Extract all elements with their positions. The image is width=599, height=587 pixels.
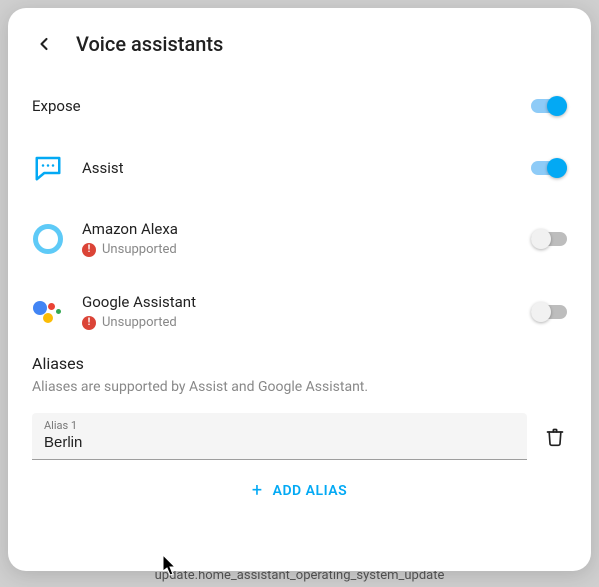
aliases-heading: Aliases: [32, 354, 567, 373]
dialog-header: Voice assistants: [32, 32, 567, 56]
alexa-icon: [32, 223, 64, 255]
alexa-unsupported-label: Unsupported: [102, 242, 177, 257]
alexa-toggle[interactable]: [531, 229, 567, 249]
arrow-left-icon: [34, 34, 54, 54]
google-toggle[interactable]: [531, 302, 567, 322]
expose-row: Expose: [32, 92, 567, 120]
assist-label: Assist: [82, 159, 124, 177]
assistant-row-assist: Assist: [32, 148, 567, 188]
warning-icon: !: [82, 243, 96, 257]
alias-input[interactable]: [44, 432, 515, 453]
delete-alias-button[interactable]: [543, 425, 567, 449]
back-button[interactable]: [32, 32, 56, 56]
assistant-row-alexa: Amazon Alexa ! Unsupported: [32, 216, 567, 261]
alias-field-label: Alias 1: [44, 419, 515, 432]
assist-icon: [32, 152, 64, 184]
trash-icon: [545, 426, 565, 448]
add-alias-button[interactable]: + ADD ALIAS: [252, 480, 347, 501]
alias-row: Alias 1: [32, 413, 567, 460]
dialog-title: Voice assistants: [76, 32, 223, 56]
google-assistant-icon: [32, 296, 64, 328]
alias-field[interactable]: Alias 1: [32, 413, 527, 460]
assistant-row-google: Google Assistant ! Unsupported: [32, 289, 567, 334]
voice-assistants-dialog: Voice assistants Expose Assist: [8, 8, 591, 571]
warning-icon: !: [82, 316, 96, 330]
plus-icon: +: [252, 480, 263, 501]
assist-toggle[interactable]: [531, 158, 567, 178]
add-alias-label: ADD ALIAS: [273, 483, 348, 499]
google-unsupported-label: Unsupported: [102, 315, 177, 330]
aliases-description: Aliases are supported by Assist and Goog…: [32, 379, 567, 395]
expose-label: Expose: [32, 97, 81, 115]
google-label: Google Assistant: [82, 293, 196, 311]
expose-toggle[interactable]: [531, 96, 567, 116]
alexa-label: Amazon Alexa: [82, 220, 178, 238]
